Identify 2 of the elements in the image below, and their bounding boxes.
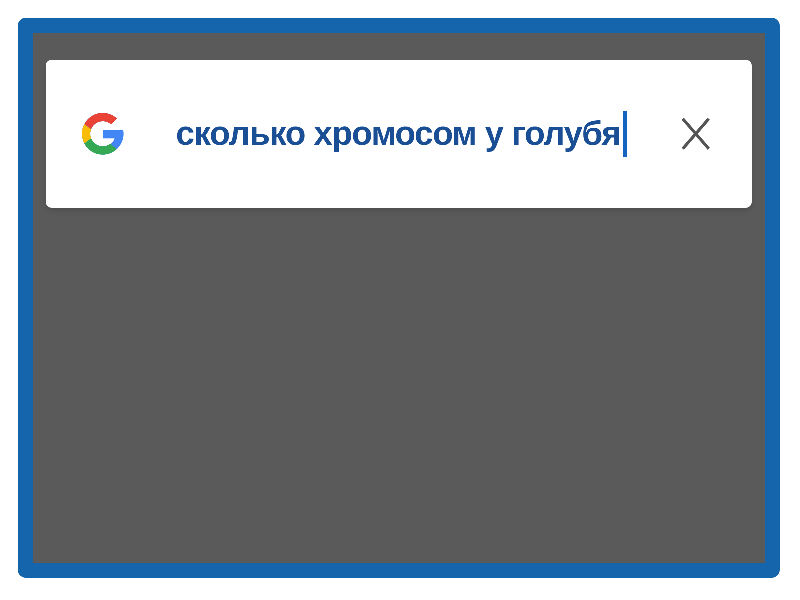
close-icon[interactable] [680, 117, 712, 151]
search-field[interactable]: сколько хромосом у голубя [46, 60, 752, 208]
